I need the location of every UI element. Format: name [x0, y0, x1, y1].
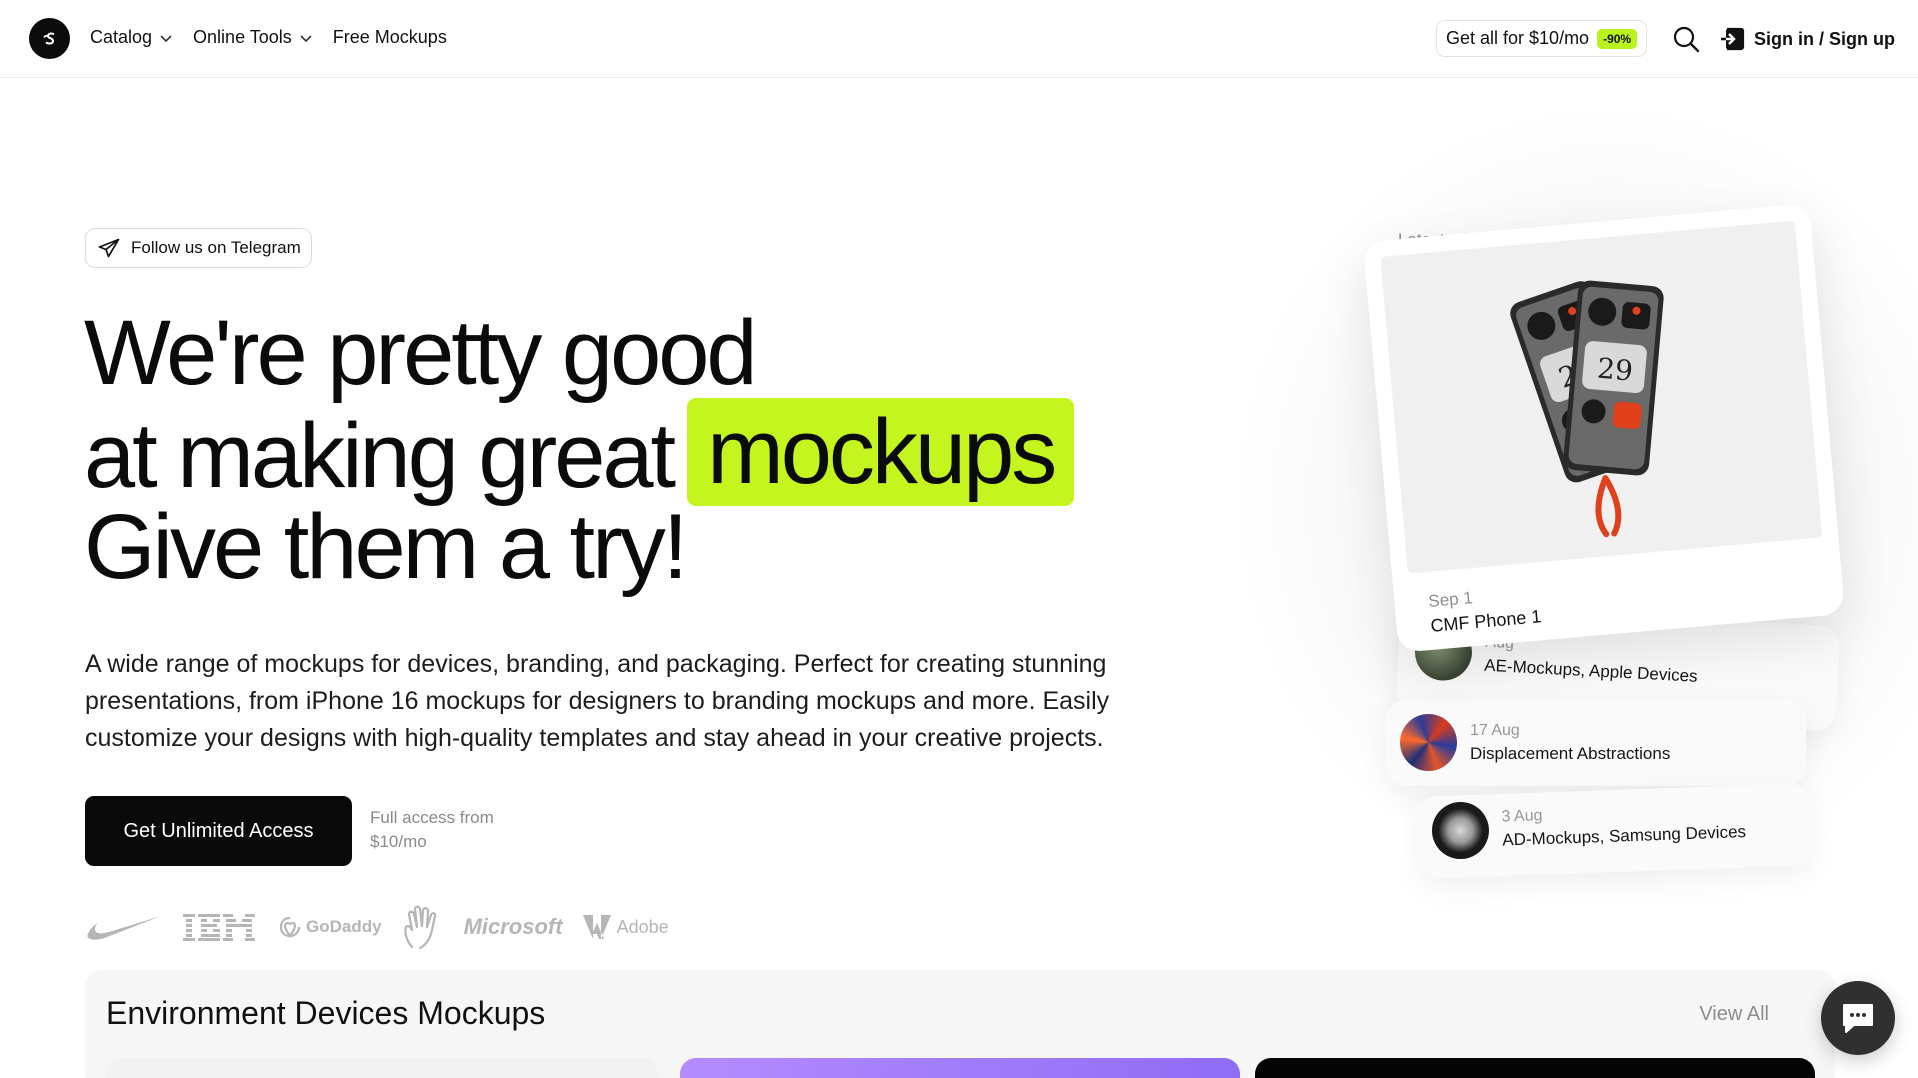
environment-devices-section: Environment Devices Mockups View All — [85, 970, 1835, 1078]
logo-mark-icon[interactable] — [29, 18, 70, 59]
featured-release-date: Sep 1 — [1427, 588, 1474, 611]
telegram-paper-plane-icon — [98, 238, 120, 258]
nav-online-tools-label: Online Tools — [193, 27, 292, 47]
microsoft-logo-icon: Microsoft — [464, 914, 563, 940]
headline-line-2-prefix: at making great — [84, 405, 676, 507]
pricing-promo-button[interactable]: Get all for $10/mo -90% — [1436, 20, 1648, 57]
nav-catalog[interactable]: Catalog — [90, 27, 173, 48]
login-icon — [1721, 27, 1745, 51]
signin-label: Sign in / Sign up — [1754, 28, 1895, 49]
nike-logo-icon — [85, 912, 163, 942]
chat-support-button[interactable] — [1821, 981, 1895, 1055]
mockup-tile-1[interactable] — [106, 1058, 658, 1078]
mockup-tile-2[interactable] — [680, 1058, 1240, 1078]
release-name: Displacement Abstractions — [1470, 743, 1671, 763]
chat-bubble-icon — [1843, 1004, 1873, 1033]
chevron-down-icon — [160, 34, 172, 42]
nav-catalog-label: Catalog — [90, 27, 153, 47]
ibm-logo-icon — [183, 912, 257, 942]
top-header: Catalog Online Tools Free Mockups Get al… — [0, 0, 1918, 78]
promo-label: Get all for $10/mo — [1446, 28, 1590, 48]
chevron-down-icon — [300, 34, 312, 42]
telegram-label: Follow us on Telegram — [131, 238, 301, 257]
mockup-tile-3[interactable] — [1255, 1058, 1815, 1078]
phone-mockup-illustration: 29 29 — [1510, 280, 1664, 538]
featured-release-image: 29 29 — [1380, 220, 1823, 574]
release-date: 17 Aug — [1470, 721, 1520, 739]
godaddy-wordmark: GoDaddy — [306, 917, 382, 936]
nav-free-mockups-label: Free Mockups — [332, 27, 447, 47]
logo-glyph-icon — [43, 32, 54, 45]
hero-headline: We're pretty good at making great mockups… — [84, 302, 1075, 598]
get-unlimited-access-button[interactable]: Get Unlimited Access — [85, 796, 352, 866]
phone-screen-number: 29 — [1596, 352, 1634, 388]
release-thumb-ad — [1431, 801, 1490, 860]
nav-free-mockups[interactable]: Free Mockups — [333, 27, 447, 48]
headline-line-3: Give them a try! — [84, 496, 688, 598]
release-item-ad-mockups[interactable]: 3 Aug AD-Mockups, Samsung Devices — [1431, 792, 1747, 860]
godaddy-logo-icon: GoDaddy — [277, 914, 382, 940]
main-nav: Catalog Online Tools Free Mockups — [90, 27, 467, 48]
view-all-link[interactable]: View All — [1699, 1003, 1769, 1026]
microsoft-wordmark: Microsoft — [463, 914, 563, 939]
search-icon[interactable] — [1672, 25, 1700, 53]
featured-release-name: CMF Phone 1 — [1429, 606, 1543, 636]
telegram-follow-button[interactable]: Follow us on Telegram — [85, 228, 312, 268]
headline-highlight: mockups — [687, 398, 1075, 506]
headline-line-1: We're pretty good — [84, 302, 758, 404]
release-item-displacement[interactable]: 17 Aug Displacement Abstractions — [1400, 714, 1670, 771]
hero-description: A wide range of mockups for devices, bra… — [85, 650, 1110, 752]
adobe-wordmark: Adobe — [616, 916, 669, 937]
nav-online-tools[interactable]: Online Tools — [193, 27, 313, 48]
headline-line-2: at making great mockups — [84, 398, 1075, 506]
brand-logos: GoDaddy Microsoft Adobe — [85, 905, 669, 949]
signin-button[interactable]: Sign in / Sign up — [1720, 26, 1895, 52]
featured-release-card[interactable]: 29 29 Sep 1 CMF Phone 1 — [1362, 203, 1846, 653]
section-title: Environment Devices Mockups — [106, 995, 546, 1031]
discount-badge: -90% — [1597, 28, 1638, 49]
adobe-logo-icon: Adobe — [582, 915, 669, 939]
release-thumb-displacement — [1400, 714, 1457, 771]
hand-logo-icon — [402, 905, 444, 949]
cta-price-note: Full access from $10/mo — [370, 808, 494, 851]
